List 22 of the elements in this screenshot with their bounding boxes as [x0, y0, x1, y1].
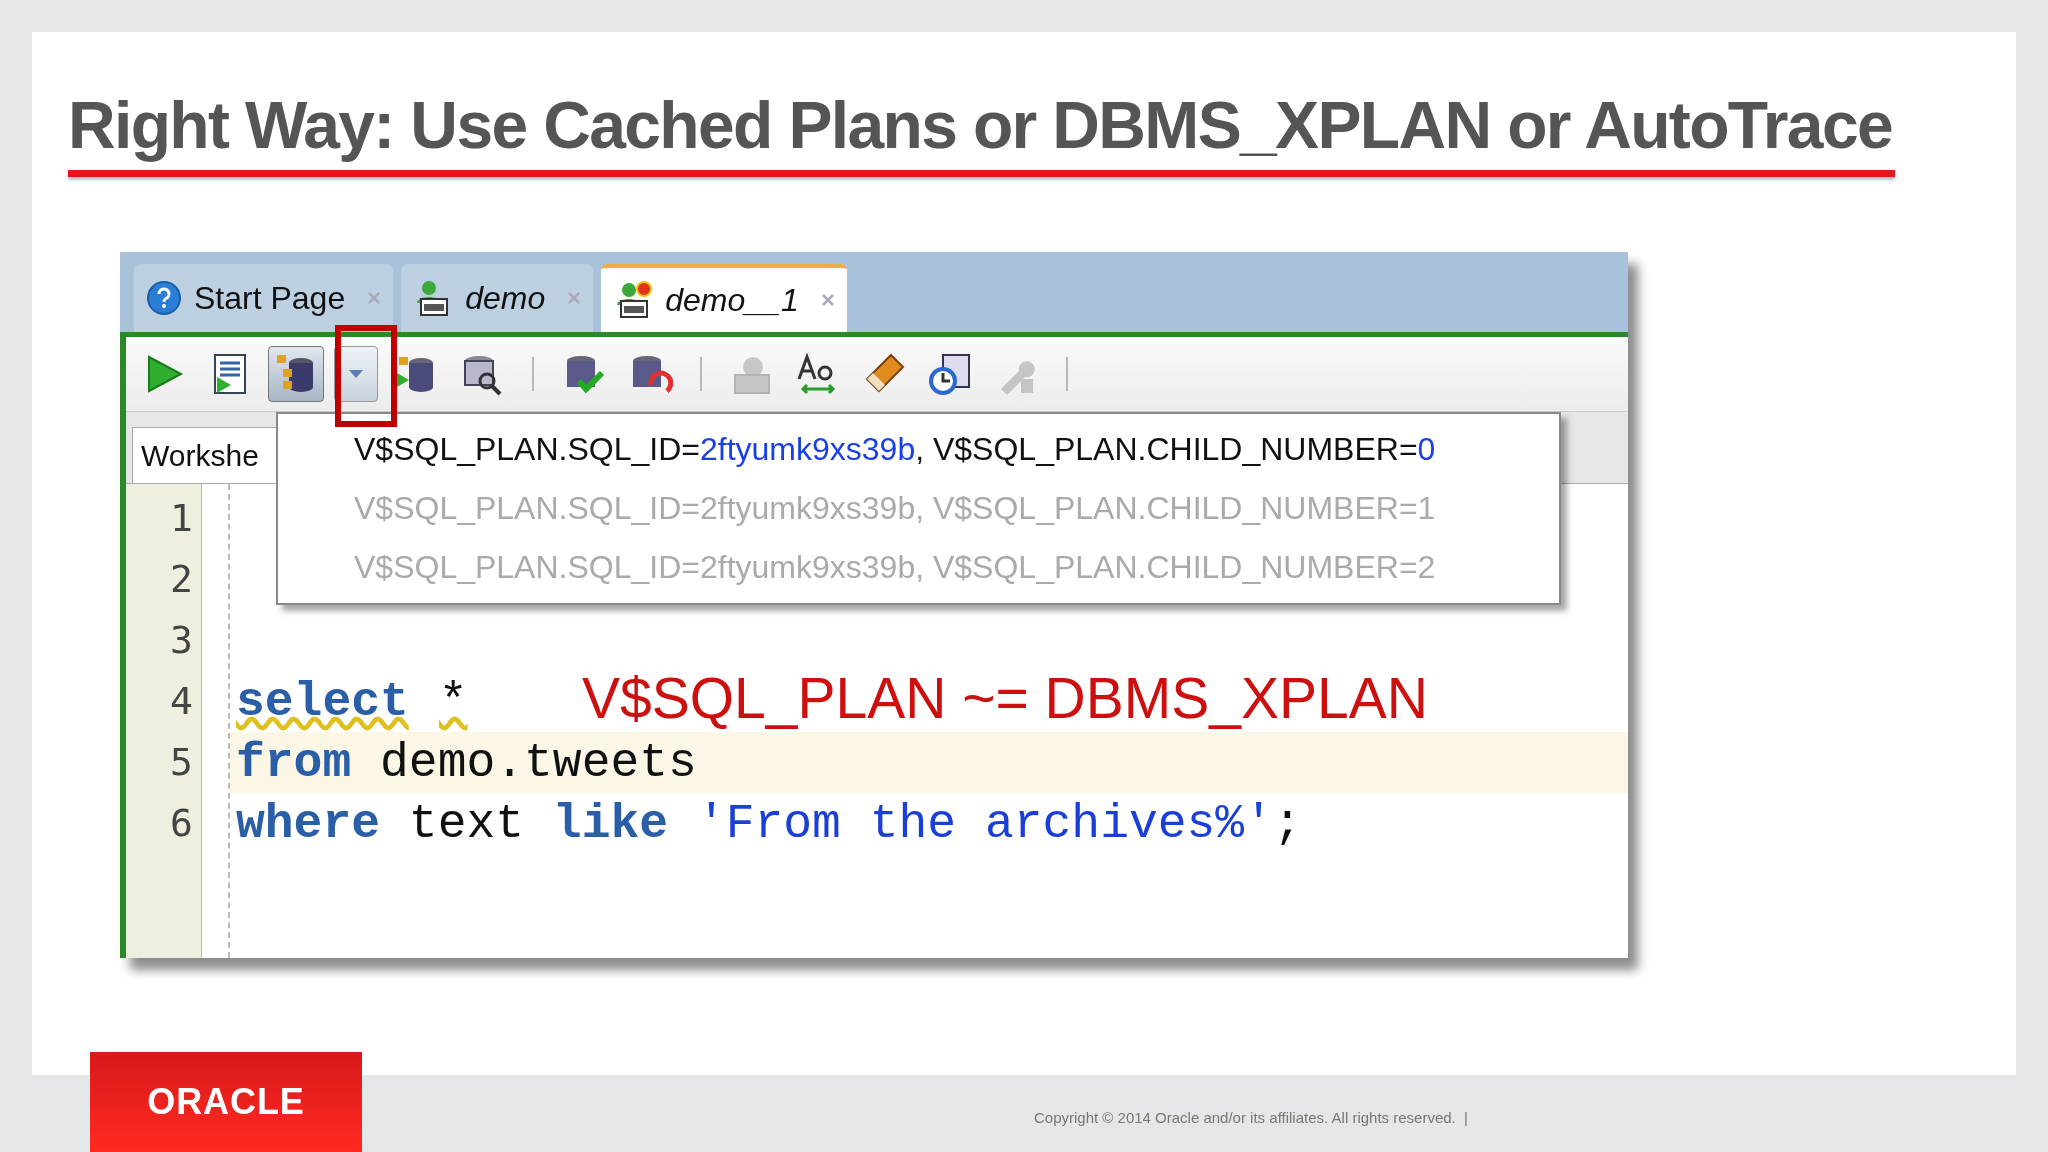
- tab-label: demo: [465, 279, 546, 318]
- menu-item[interactable]: V$SQL_PLAN.SQL_ID=2ftyumk9xs39b, V$SQL_PLAN.CHILD_NUMBER=0: [354, 420, 1559, 479]
- editor-tab[interactable]: demo: [401, 264, 594, 332]
- editor-tab[interactable]: Start Page: [134, 264, 394, 332]
- editor-tab[interactable]: demo__1: [601, 264, 847, 332]
- copyright-text: Copyright © 2014 Oracle and/or its affiliates. All rights reserved. |: [1033, 1108, 1468, 1128]
- tab-label: Start Page: [194, 279, 346, 318]
- logo-text: ORACLE: [147, 1080, 305, 1124]
- line-number: 6: [169, 800, 194, 847]
- slide-title: Right Way: Use Cached Plans or DBMS_XPLAN or AutoTrace: [68, 87, 1893, 164]
- tab-label: demo__1: [665, 281, 799, 320]
- line-number: 1: [169, 495, 194, 542]
- code-line: where text like 'From the archives%';: [236, 795, 1302, 853]
- line-number: 3: [169, 617, 194, 664]
- annotation-text: V$SQL_PLAN ~= DBMS_XPLAN: [582, 665, 1428, 732]
- line-number: 2: [169, 556, 194, 603]
- line-number: 5: [169, 739, 194, 786]
- help-icon: [146, 280, 182, 316]
- code-line: select *: [236, 673, 468, 731]
- line-number: 4: [169, 678, 194, 725]
- caret-icon: [348, 369, 364, 379]
- code-line: from demo.tweets: [236, 734, 697, 792]
